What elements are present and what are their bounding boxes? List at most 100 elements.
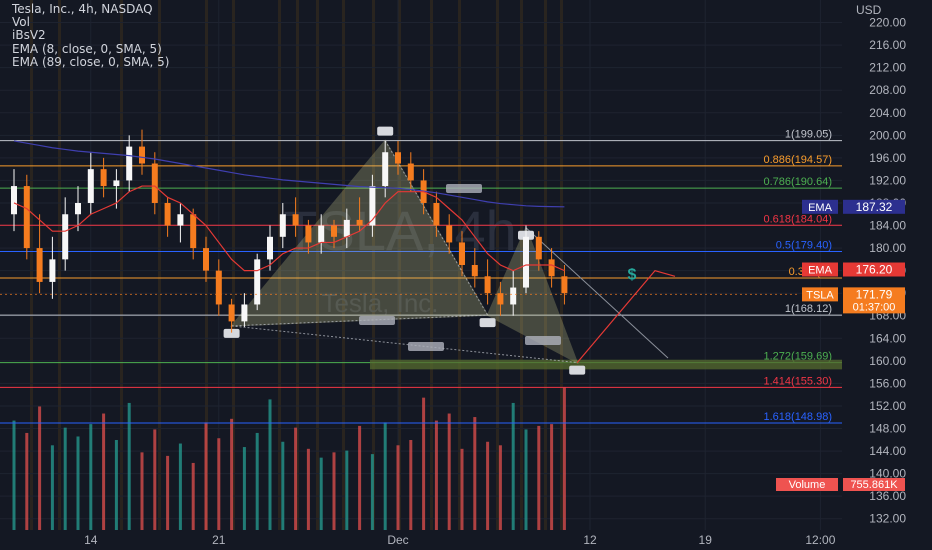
legend-ibsv2[interactable]: iBsV2 [12,29,169,42]
session-band [120,0,123,530]
session-band [58,0,61,530]
candle-body [471,265,478,277]
time-axis-bg [0,530,932,550]
ema89-tag: EMA 187.32 [802,199,905,214]
candle-body [548,259,555,277]
price-tick: 184.00 [869,219,906,233]
time-tick: Dec [387,533,408,547]
time-tick: 21 [212,533,226,547]
candle-body [62,214,69,260]
price-tick: 192.00 [869,173,906,187]
candle-body [151,163,158,203]
ema8-tag-label: EMA [808,265,833,277]
volume-bar [434,420,438,530]
price-tick: 148.00 [869,422,906,436]
pattern-point-marker [479,318,496,328]
candle-body [523,236,529,288]
pattern-ratio-badge [408,342,444,351]
session-band [496,0,499,530]
price-tick: 212.00 [869,61,906,75]
session-band [30,0,33,530]
price-tick: 144.00 [869,444,906,458]
legend-ema-8[interactable]: EMA (8, close, 0, SMA, 5) [12,42,169,56]
candle-body [23,186,30,249]
volume-bar [191,462,195,530]
candle-body [279,214,286,237]
volume-bar [460,448,464,530]
volume-bar [396,445,400,530]
price-tick: 208.00 [869,83,906,97]
candle-body [497,293,504,305]
chart-canvas[interactable]: TSLA, 4h Tesla, Inc. 1(199.05)0.886(194.… [0,0,932,550]
candle-body [267,236,273,260]
fib-label: 0.5(179.40) [776,239,832,251]
session-band [560,0,563,530]
candle-body [254,259,261,305]
volume-bar [76,436,80,530]
time-tick: 12:00 [805,533,835,547]
volume-bar [422,397,426,530]
volume-bar [537,425,541,530]
time-axis: 14 21 Dec 12 19 12:00 [0,530,932,550]
volume-bar [345,450,349,530]
price-tick: 152.00 [869,399,906,413]
time-tick: 14 [84,533,98,547]
volume-bar [383,422,387,530]
volume-bar [524,429,528,530]
candle-body [318,225,325,243]
last-price-tag-value: 171.79 [856,287,893,301]
volume-bar [242,447,246,530]
pattern-ratio-badge [446,184,482,193]
volume-bar [89,424,93,530]
candle-body [75,202,81,215]
volume-tag-label: Volume [789,479,826,491]
volume-bar [140,452,144,530]
fib-label: 0.886(194.57) [764,154,833,166]
candle-body [535,236,542,260]
candle-body [36,248,43,282]
volume-bar [114,440,118,530]
ema89-tag-value: 187.32 [856,200,893,214]
volume-bar [447,413,451,530]
candle-body [11,186,17,215]
dollar-sign-marker: $ [628,267,637,284]
price-tick: 180.00 [869,241,906,255]
fib-label: 0.618(184.04) [764,213,833,225]
candle-body [203,248,209,271]
price-tick: 196.00 [869,151,906,165]
volume-bar [230,418,234,530]
candle-body [459,242,465,265]
time-tick: 19 [699,533,713,547]
volume-bar [511,402,515,530]
candle-body [395,152,401,164]
candle-body [407,163,414,181]
price-tick: 216.00 [869,38,906,52]
candle-body [177,214,184,226]
candle-body [87,169,94,203]
volume-bar [178,443,182,530]
price-tick: 132.00 [869,512,906,526]
volume-bar [473,417,477,530]
volume-bar [12,420,16,530]
legend-ema-89[interactable]: EMA (89, close, 0, SMA, 5) [12,55,169,69]
volume-bar [294,427,298,530]
volume-bar [127,402,131,530]
candle-body [343,219,350,237]
last-price-tag-label: TSLA [806,289,834,301]
volume-bar [255,432,259,530]
volume-bar [562,387,566,530]
candle-body [382,152,389,187]
volume-bar [332,452,336,530]
fib-label: 0.786(190.64) [764,176,833,188]
time-tick: 12 [583,533,597,547]
volume-bar [38,406,42,530]
candle-body [190,214,197,249]
legend-symbol[interactable]: Tesla, Inc., 4h, NASDAQ [12,2,169,16]
session-band [158,0,161,530]
ema89-tag-label: EMA [808,202,833,214]
candle-body [292,214,299,226]
target-zone [370,359,842,370]
volume-bar [370,454,374,530]
price-tick: 204.00 [869,106,906,120]
ema8-tag: EMA 176.20 [802,262,905,277]
